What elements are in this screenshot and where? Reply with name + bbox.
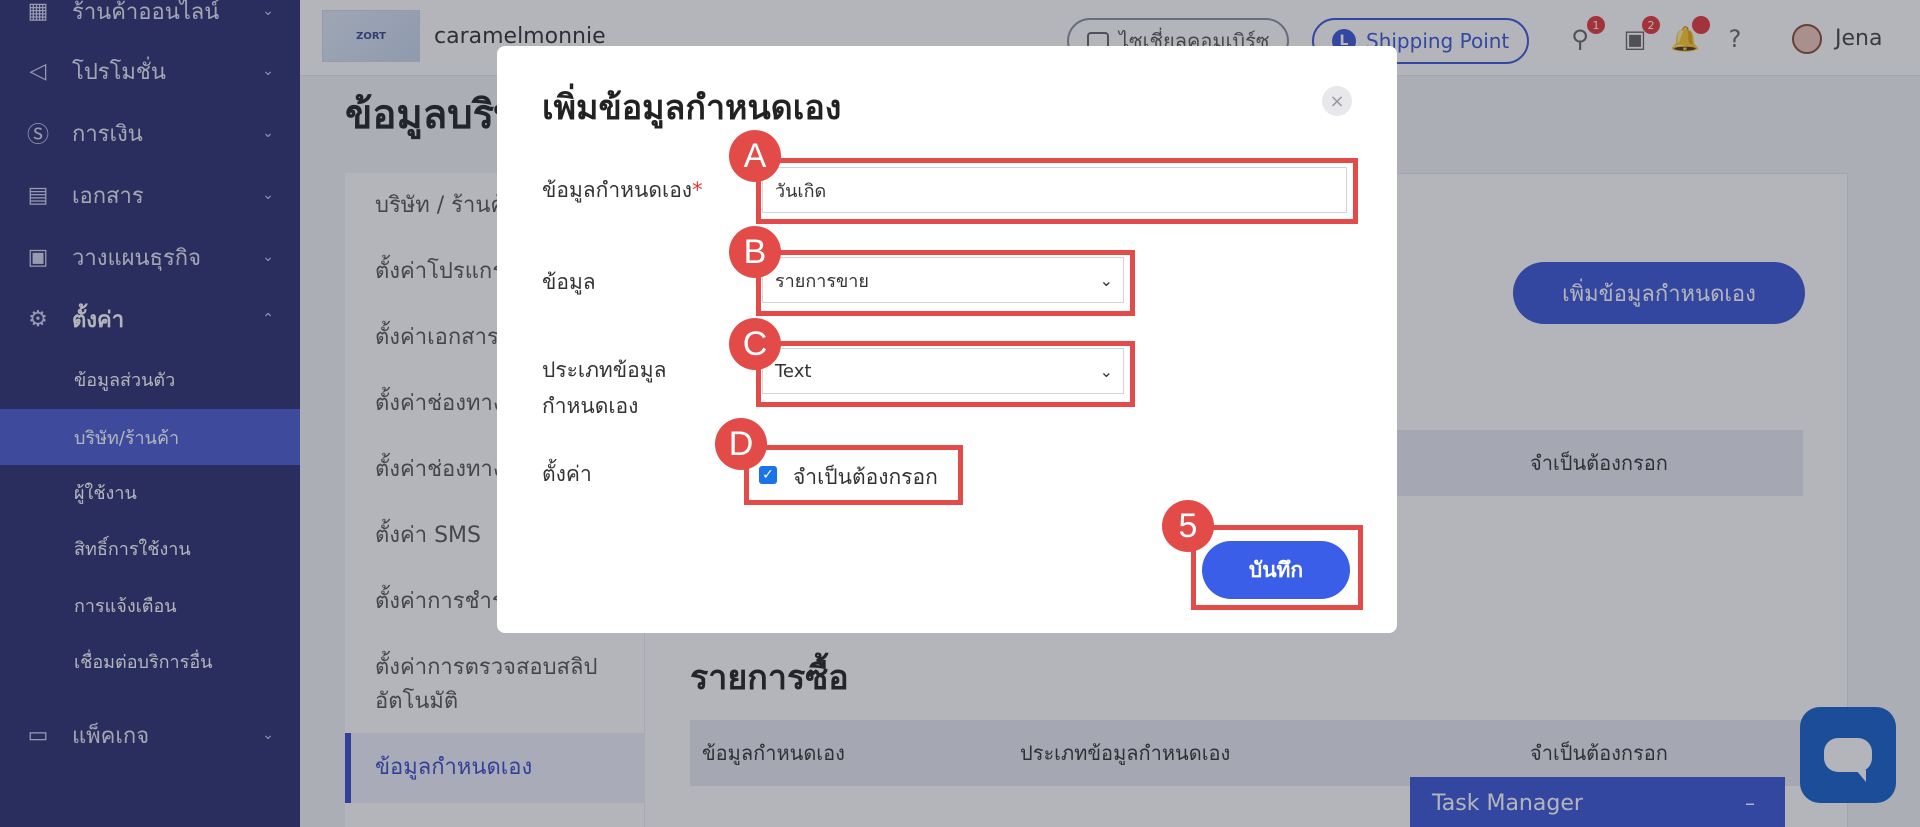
setting-label: ตั้งค่า	[542, 462, 592, 486]
annotation-marker-b: B	[729, 226, 781, 278]
data-type-label: ประเภทข้อมูล กำหนดเอง	[542, 358, 667, 418]
data-label: ข้อมูล	[542, 270, 596, 294]
annotation-box-a	[756, 158, 1358, 224]
close-icon[interactable]: ×	[1322, 86, 1352, 116]
annotation-box-d	[744, 445, 963, 505]
annotation-box-c	[756, 341, 1135, 407]
annotation-marker-c: C	[729, 318, 781, 370]
modal-title: เพิ่มข้อมูลกำหนดเอง	[542, 88, 842, 128]
required-asterisk: *	[692, 178, 703, 202]
annotation-marker-a: A	[729, 130, 781, 182]
annotation-marker-d: D	[715, 418, 767, 470]
annotation-box-b	[756, 250, 1135, 316]
annotation-marker-5: 5	[1162, 500, 1214, 552]
annotation-box-5	[1191, 525, 1363, 610]
custom-field-label: ข้อมูลกำหนดเอง*	[542, 178, 703, 202]
